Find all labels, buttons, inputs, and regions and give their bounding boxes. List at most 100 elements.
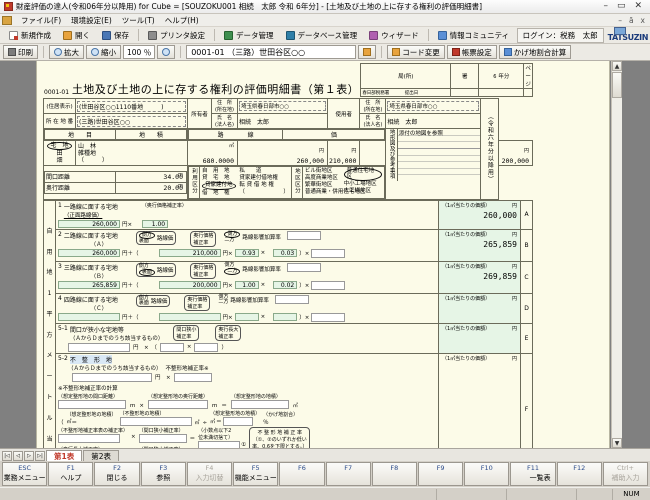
row3-value4[interactable]: 0.02 <box>273 281 298 289</box>
s52-value1[interactable] <box>72 372 152 382</box>
tab-first-button[interactable]: |◁ <box>2 451 12 461</box>
riyou-option-tentaishakuchi[interactable]: 転 貸 借 地 権 <box>239 182 289 189</box>
uramen-value[interactable]: 200,000 <box>502 157 529 165</box>
tab-next-button[interactable]: ▷ <box>24 451 34 461</box>
fkey-f1[interactable]: F1 ヘルプ <box>48 462 94 486</box>
code-change-button[interactable]: コード変更 <box>387 45 445 59</box>
s52-f1[interactable] <box>58 399 126 409</box>
chimoku-option-takuchi[interactable]: 宅 地 <box>47 142 72 150</box>
toolbar-save[interactable]: 保存 <box>96 28 135 43</box>
chimoku-option-sanrin[interactable]: 山 林 <box>78 143 185 150</box>
row3-side-alt[interactable]: 側方 <box>139 263 149 269</box>
owner-address-value[interactable]: 埼玉県春日部市○○ <box>239 101 326 111</box>
s52-f9[interactable] <box>138 433 187 443</box>
chiku-option-futsu-jutaku[interactable]: 普通住宅地区 <box>343 168 383 182</box>
tab-sheet-2[interactable]: 第2表 <box>83 450 119 461</box>
riyou-option-kashitakuchi[interactable]: 貸 宅 地 <box>202 175 239 182</box>
row4-extra-field2[interactable] <box>311 312 346 322</box>
close-icon[interactable]: ✕ <box>634 2 642 11</box>
sokuho1-value[interactable]: 210,000 <box>329 157 356 165</box>
riyou-option-kashiyatatetsuke-shakuchi[interactable]: 貸家建付借地権 <box>239 175 289 182</box>
zoom-out-button[interactable]: 縮小 <box>86 45 121 59</box>
maximize-icon[interactable]: ▭ <box>617 2 626 11</box>
chiseki-value[interactable]: 680.0000 <box>203 157 234 165</box>
row4-nihou[interactable]: 側方 二方 <box>218 294 228 305</box>
row1-value1[interactable]: 260,000 <box>58 219 120 228</box>
menu-tools[interactable]: ツール(T) <box>117 15 160 26</box>
fkey-f2[interactable]: F2 閉じる <box>94 462 140 486</box>
s52-f3[interactable] <box>230 399 289 409</box>
row2-extra-field[interactable] <box>286 230 321 240</box>
riyou-option-kashiyatatetsuke[interactable]: 貸家建付地 <box>202 182 236 190</box>
riyou-option-jiyouchi[interactable]: 自 用 地 <box>202 168 239 175</box>
toolbar-wizard[interactable]: ウィザード <box>363 28 425 43</box>
toolbar-new[interactable]: 新規作成 <box>3 28 57 43</box>
mdi-restore-icon[interactable]: ā <box>629 16 634 25</box>
row3-nihou-alt[interactable]: 側方 <box>224 262 234 268</box>
jukyo-input[interactable]: (世田谷区○○1110番地 ) <box>77 100 186 112</box>
fkey-f11[interactable]: F11 一覧表 <box>510 462 556 486</box>
riyou-option-shidou[interactable]: 私 道 <box>239 168 289 175</box>
zoom-tool-button[interactable] <box>157 45 176 59</box>
s52-res1[interactable] <box>198 440 241 448</box>
tab-sheet-1[interactable]: 第1表 <box>46 450 83 461</box>
row2-extra-field2[interactable] <box>311 248 346 258</box>
row2-value4[interactable]: 0.03 <box>273 249 298 257</box>
row3-value1[interactable]: 265,859 <box>58 281 120 289</box>
scroll-up-button[interactable]: ▲ <box>612 61 622 71</box>
row3-value2[interactable]: 200,000 <box>158 281 221 289</box>
chiku-option-futsu-shogyo[interactable]: 普通商業・併用住宅地区 <box>305 189 366 196</box>
chimoku-option-zatsu[interactable]: 雑種地 <box>78 150 185 157</box>
row4-value4[interactable] <box>273 313 298 321</box>
row51-value2[interactable] <box>159 342 184 352</box>
row3-result[interactable]: 269,859 <box>442 272 517 281</box>
kage-calc-button[interactable]: かげ地割合計算 <box>498 45 572 59</box>
fkey-f5[interactable]: F5 機能メニュー <box>233 462 279 486</box>
code-lookup-button[interactable] <box>358 45 377 59</box>
fkey-f3[interactable]: F3 参照 <box>140 462 186 486</box>
menu-help[interactable]: ヘルプ(H) <box>160 15 204 26</box>
s52-value2[interactable] <box>173 372 212 382</box>
toolbar-data-management[interactable]: データ管理 <box>218 28 280 43</box>
riyou-option-other[interactable]: （ ） <box>239 189 289 196</box>
fkey-f10[interactable]: F10 <box>464 462 510 486</box>
mdi-minimize-icon[interactable]: – <box>618 16 622 25</box>
row2-value1[interactable]: 260,000 <box>58 249 120 257</box>
zoom-in-button[interactable]: 拡大 <box>49 45 84 59</box>
fkey-f12[interactable]: F12 <box>556 462 602 486</box>
row51-value3[interactable] <box>194 342 219 352</box>
chimoku-option-other[interactable]: （ ） <box>78 157 185 164</box>
menu-file[interactable]: ファイル(F) <box>16 15 66 26</box>
map-note[interactable]: 添付の地図を参照 <box>399 131 443 137</box>
scroll-track[interactable] <box>612 98 622 438</box>
row3-nihou-sel[interactable]: 二方 <box>224 267 241 275</box>
row2-result[interactable]: 265,859 <box>442 240 517 249</box>
fkey-f9[interactable]: F9 <box>417 462 464 486</box>
row4-side[interactable]: 側方 裏面 <box>139 295 149 306</box>
shomen-value[interactable]: 260,000 <box>297 157 324 165</box>
s52-f5[interactable] <box>119 416 192 426</box>
tab-prev-button[interactable]: ◁ <box>13 451 23 461</box>
row2-value3[interactable]: 0.93 <box>234 249 259 257</box>
fkey-f7[interactable]: F7 <box>325 462 371 486</box>
toolbar-info-community[interactable]: 情報コミュニティ <box>432 28 516 43</box>
row2-value2[interactable]: 210,000 <box>158 249 221 257</box>
menu-settings[interactable]: 環境設定(E) <box>66 15 117 26</box>
chimoku-option-den[interactable]: 田 <box>56 150 62 157</box>
minimize-icon[interactable]: – <box>603 2 608 11</box>
row51-value1[interactable] <box>68 342 130 352</box>
toolbar-database-management[interactable]: データベース管理 <box>280 28 364 43</box>
chiku-option-dai-kojo[interactable]: 大工場地区 <box>344 188 383 195</box>
riyou-option-shakuchiken[interactable]: 借 地 権 <box>202 190 239 197</box>
s52-f8[interactable] <box>58 433 120 443</box>
row2-nihou-alt[interactable]: 二方 <box>224 237 234 243</box>
form-setting-button[interactable]: 帳票設定 <box>446 45 497 59</box>
shozaichiban-input[interactable]: (三路)世田谷区○○ <box>77 115 186 127</box>
fkey-f6[interactable]: F6 <box>279 462 325 486</box>
chimoku-option-hata[interactable]: 畑 <box>56 157 62 164</box>
row3-extra-field2[interactable] <box>311 280 346 290</box>
row3-value3[interactable]: 1.00 <box>234 281 259 289</box>
mdi-close-icon[interactable]: x <box>641 16 645 25</box>
row1-value2[interactable]: 1.00 <box>142 219 169 228</box>
row1-result[interactable]: 260,000 <box>442 211 517 220</box>
